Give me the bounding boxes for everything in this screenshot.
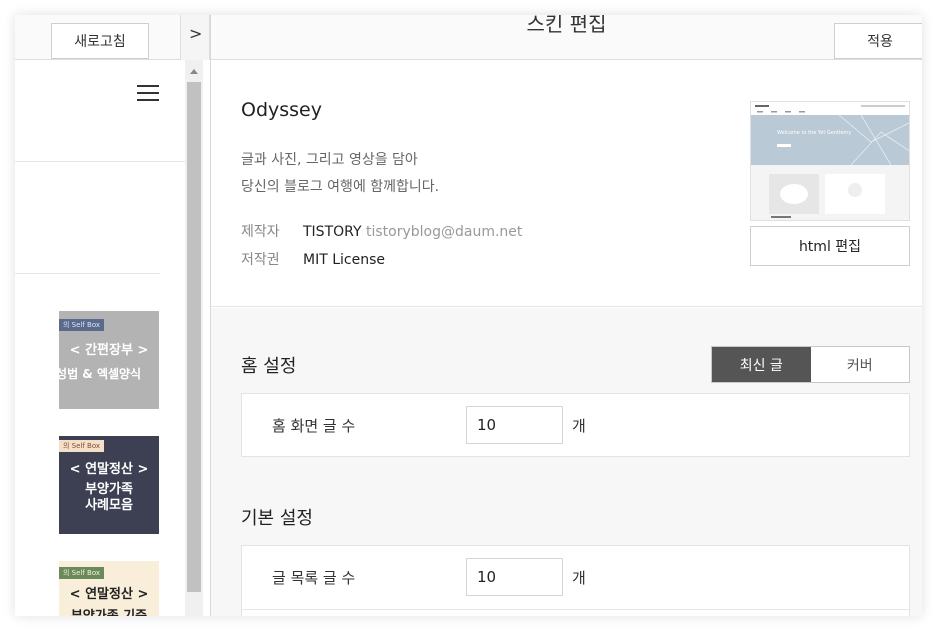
list-post-count-row: 글 목록 글 수 개 — [241, 545, 911, 616]
thumbnail-title: < 연말정산 > — [69, 462, 149, 477]
svg-text:Welcome to the Yot Gentlemy: Welcome to the Yot Gentlemy — [777, 130, 851, 136]
segment-latest-posts[interactable]: 최신 글 — [712, 347, 811, 382]
preview-toolbar: 새로고침 — [15, 15, 185, 60]
html-edit-button[interactable]: html 편집 — [750, 226, 910, 266]
thumbnail-subtitle-line: 사례모음 — [85, 498, 133, 513]
description-line: 당신의 블로그 여행에 함께합니다. — [241, 179, 440, 195]
home-post-count-label: 홈 화면 글 수 — [272, 417, 356, 435]
scroll-thumb[interactable] — [187, 82, 201, 592]
chevron-right-icon: > — [189, 24, 203, 43]
home-post-count-row: 홈 화면 글 수 개 — [241, 393, 910, 457]
menu-icon[interactable] — [137, 85, 159, 101]
preview-pane: 새로고침 의 Self Box < 간편장부 > 작성법 & 엑셀양식 의 Se… — [15, 15, 185, 616]
preview-scrollbar[interactable] — [185, 60, 203, 616]
maker-value: TISTORY — [303, 224, 362, 240]
skin-info-section: Odyssey 글과 사진, 그리고 영상을 담아 당신의 블로그 여행에 함께… — [211, 61, 922, 307]
skin-name: Odyssey — [241, 99, 322, 121]
thumbnail-tag: 의 Self Box — [59, 319, 105, 331]
skin-settings-panel: 스킨 편집 적용 Odyssey 글과 사진, 그리고 영상을 담아 당신의 블… — [211, 15, 922, 616]
skin-editor-window: 새로고침 의 Self Box < 간편장부 > 작성법 & 엑셀양식 의 Se… — [15, 15, 922, 616]
skin-description: 글과 사진, 그리고 영상을 담아 당신의 블로그 여행에 함께합니다. — [241, 147, 439, 201]
thumbnail-title: < 간편장부 > — [69, 343, 149, 358]
post-thumbnail-2[interactable]: 의 Self Box < 연말정산 > 부양가족 사례모음 — [59, 436, 159, 534]
refresh-button[interactable]: 새로고침 — [51, 23, 149, 59]
license-value: MIT License — [303, 252, 385, 268]
description-line: 글과 사진, 그리고 영상을 담아 — [241, 152, 418, 168]
home-post-count-unit: 개 — [572, 417, 586, 435]
post-thumbnail-1[interactable]: 의 Self Box < 간편장부 > 작성법 & 엑셀양식 — [59, 311, 159, 409]
segment-cover[interactable]: 커버 — [811, 347, 910, 382]
settings-area: 홈 설정 최신 글 커버 홈 화면 글 수 개 기본 설정 글 목록 글 수 개 — [211, 308, 922, 616]
home-post-count-input[interactable] — [466, 406, 563, 444]
settings-header: 스킨 편집 적용 — [211, 15, 922, 60]
maker-row: 제작자 TISTORY tistoryblog@daum.net — [241, 221, 522, 241]
thumbnail-tag: 의 Self Box — [59, 567, 105, 579]
list-post-count-unit: 개 — [572, 569, 586, 587]
thumbnail-tag: 의 Self Box — [59, 440, 105, 452]
page-title: 스킨 편집 — [526, 15, 607, 36]
basic-settings-title: 기본 설정 — [241, 508, 313, 529]
thumbnail-title: < 연말정산 > — [69, 587, 149, 602]
thumbnail-subtitle-line: 부양가족 — [85, 482, 133, 497]
divider — [15, 273, 160, 274]
thumbnail-subtitle: 부양가족 사례모음 — [59, 482, 159, 514]
license-key: 저작권 — [241, 252, 280, 268]
skin-preview-graphic: Welcome to the Yot Gentlemy — [751, 102, 909, 220]
list-post-count-input[interactable] — [466, 558, 563, 596]
collapse-preview-toggle[interactable]: > — [180, 15, 210, 60]
divider — [15, 161, 185, 162]
post-thumbnail-3[interactable]: 의 Self Box < 연말정산 > 부양가족 기준 — [59, 561, 159, 616]
scroll-up-arrow-icon[interactable] — [185, 64, 203, 74]
thumbnail-subtitle: 작성법 & 엑셀양식 — [59, 367, 142, 381]
home-type-segmented-control: 최신 글 커버 — [711, 346, 910, 383]
license-row: 저작권 MIT License — [241, 249, 385, 269]
apply-button[interactable]: 적용 — [834, 23, 922, 59]
thumbnail-subtitle: 부양가족 기준 — [59, 605, 159, 616]
maker-key: 제작자 — [241, 224, 280, 240]
skin-preview-image: Welcome to the Yot Gentlemy — [750, 101, 910, 221]
list-post-count-label: 글 목록 글 수 — [272, 569, 356, 587]
maker-email: tistoryblog@daum.net — [365, 224, 523, 240]
home-settings-title: 홈 설정 — [241, 356, 297, 377]
row-divider — [242, 609, 911, 610]
